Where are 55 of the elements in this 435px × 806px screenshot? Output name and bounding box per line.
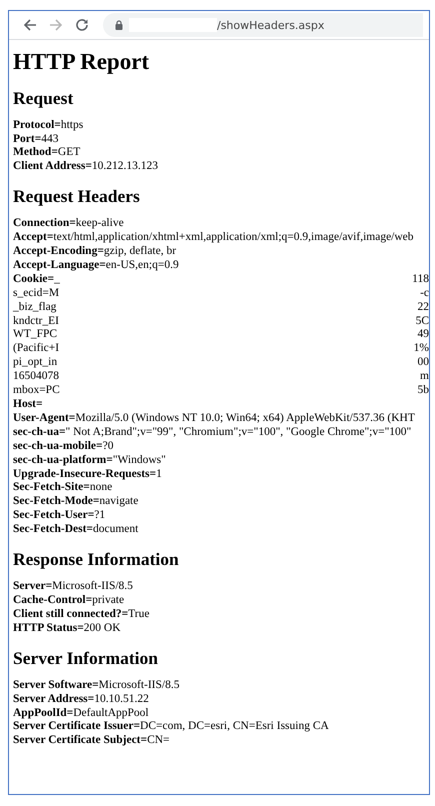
header-line: Server Certificate Issuer=DC=com, DC=esri, CN=Esri Issuing CA <box>13 720 329 734</box>
header-line: AppPoolId=DefaultAppPool <box>13 706 149 720</box>
back-arrow-icon <box>23 18 37 32</box>
header-line: s_ecid=M <box>13 286 60 301</box>
header-line: mbox=PC <box>13 384 60 398</box>
header-line-fragment: m <box>420 370 429 384</box>
header-line-fragment: 5C <box>416 314 429 328</box>
header-line: Sec-Fetch-User=?1 <box>13 509 106 524</box>
header-line: HTTP Status=200 OK <box>13 622 121 636</box>
header-line: Client still connected?=True <box>13 608 150 622</box>
header-line-fragment: -c <box>420 286 429 301</box>
header-line-fragment: 118 <box>412 272 429 287</box>
lock-icon <box>115 20 123 30</box>
header-line: pi_opt_in <box>13 356 58 370</box>
header-line: Sec-Fetch-Mode=navigate <box>13 495 138 510</box>
header-line: Accept-Encoding=gzip, deflate, br <box>13 245 176 259</box>
header-line: sec-ch-ua-platform="Windows" <box>13 454 166 468</box>
header-line: kndctr_EI <box>13 314 59 328</box>
header-line: User-Agent=Mozilla/5.0 (Windows NT 10.0; Win64; x64) AppleWebKit/537.36 (KHT <box>13 412 415 426</box>
header-line-fragment: 1% <box>414 342 429 356</box>
header-line: Accept=text/html,application/xhtml+xml,application/xml;q=0.9,image/avif,image/web <box>13 231 414 246</box>
header-line: _biz_flag <box>13 300 56 315</box>
section-heading: Server Information <box>13 648 159 669</box>
header-line-fragment: 00 <box>418 356 429 370</box>
header-line: Server=Microsoft-IIS/8.5 <box>13 580 133 594</box>
section-heading: Request Headers <box>13 186 141 208</box>
header-line: WT_FPC <box>13 328 58 342</box>
header-line: Method=GET <box>13 146 80 160</box>
header-line: Server Address=10.10.51.22 <box>13 692 149 706</box>
header-line: Upgrade-Insecure-Requests=1 <box>13 468 162 482</box>
header-line: Connection=keep-alive <box>13 217 124 232</box>
header-line: (Pacific+I <box>13 342 60 356</box>
header-line: Cache-Control=private <box>13 594 124 608</box>
header-line: Server Software=Microsoft-IIS/8.5 <box>13 678 180 693</box>
section-heading: Response Information <box>13 549 180 570</box>
address-bar[interactable]: /showHeaders.aspx <box>103 13 423 37</box>
page-title: HTTP Report <box>13 48 150 76</box>
header-line: Server Certificate Subject=CN= <box>13 734 170 748</box>
header-line: Protocol=https <box>13 118 84 132</box>
header-line: Port=443 <box>13 132 59 146</box>
header-line-fragment: 22 <box>418 300 429 315</box>
section-heading: Request <box>13 88 74 109</box>
header-line: Accept-Language=en-US,en;q=0.9 <box>13 258 179 273</box>
header-line: Client Address=10.212.13.123 <box>13 160 158 174</box>
header-line: sec-ch-ua-mobile=?0 <box>13 440 114 454</box>
header-line-fragment: 49 <box>418 328 429 342</box>
header-line: 16504078 <box>13 370 59 384</box>
reload-icon <box>75 18 89 32</box>
header-line: sec-ch-ua=" Not A;Brand";v="99", "Chromium";v="100", "Google Chrome";v="100" <box>13 426 412 440</box>
forward-arrow-icon <box>49 18 63 32</box>
header-line: Host= <box>13 398 43 412</box>
header-line-fragment: 5b <box>418 384 429 398</box>
header-line: Sec-Fetch-Dest=document <box>13 523 138 538</box>
header-line: Sec-Fetch-Site=none <box>13 481 112 496</box>
header-line: Cookie=_ <box>13 272 60 287</box>
